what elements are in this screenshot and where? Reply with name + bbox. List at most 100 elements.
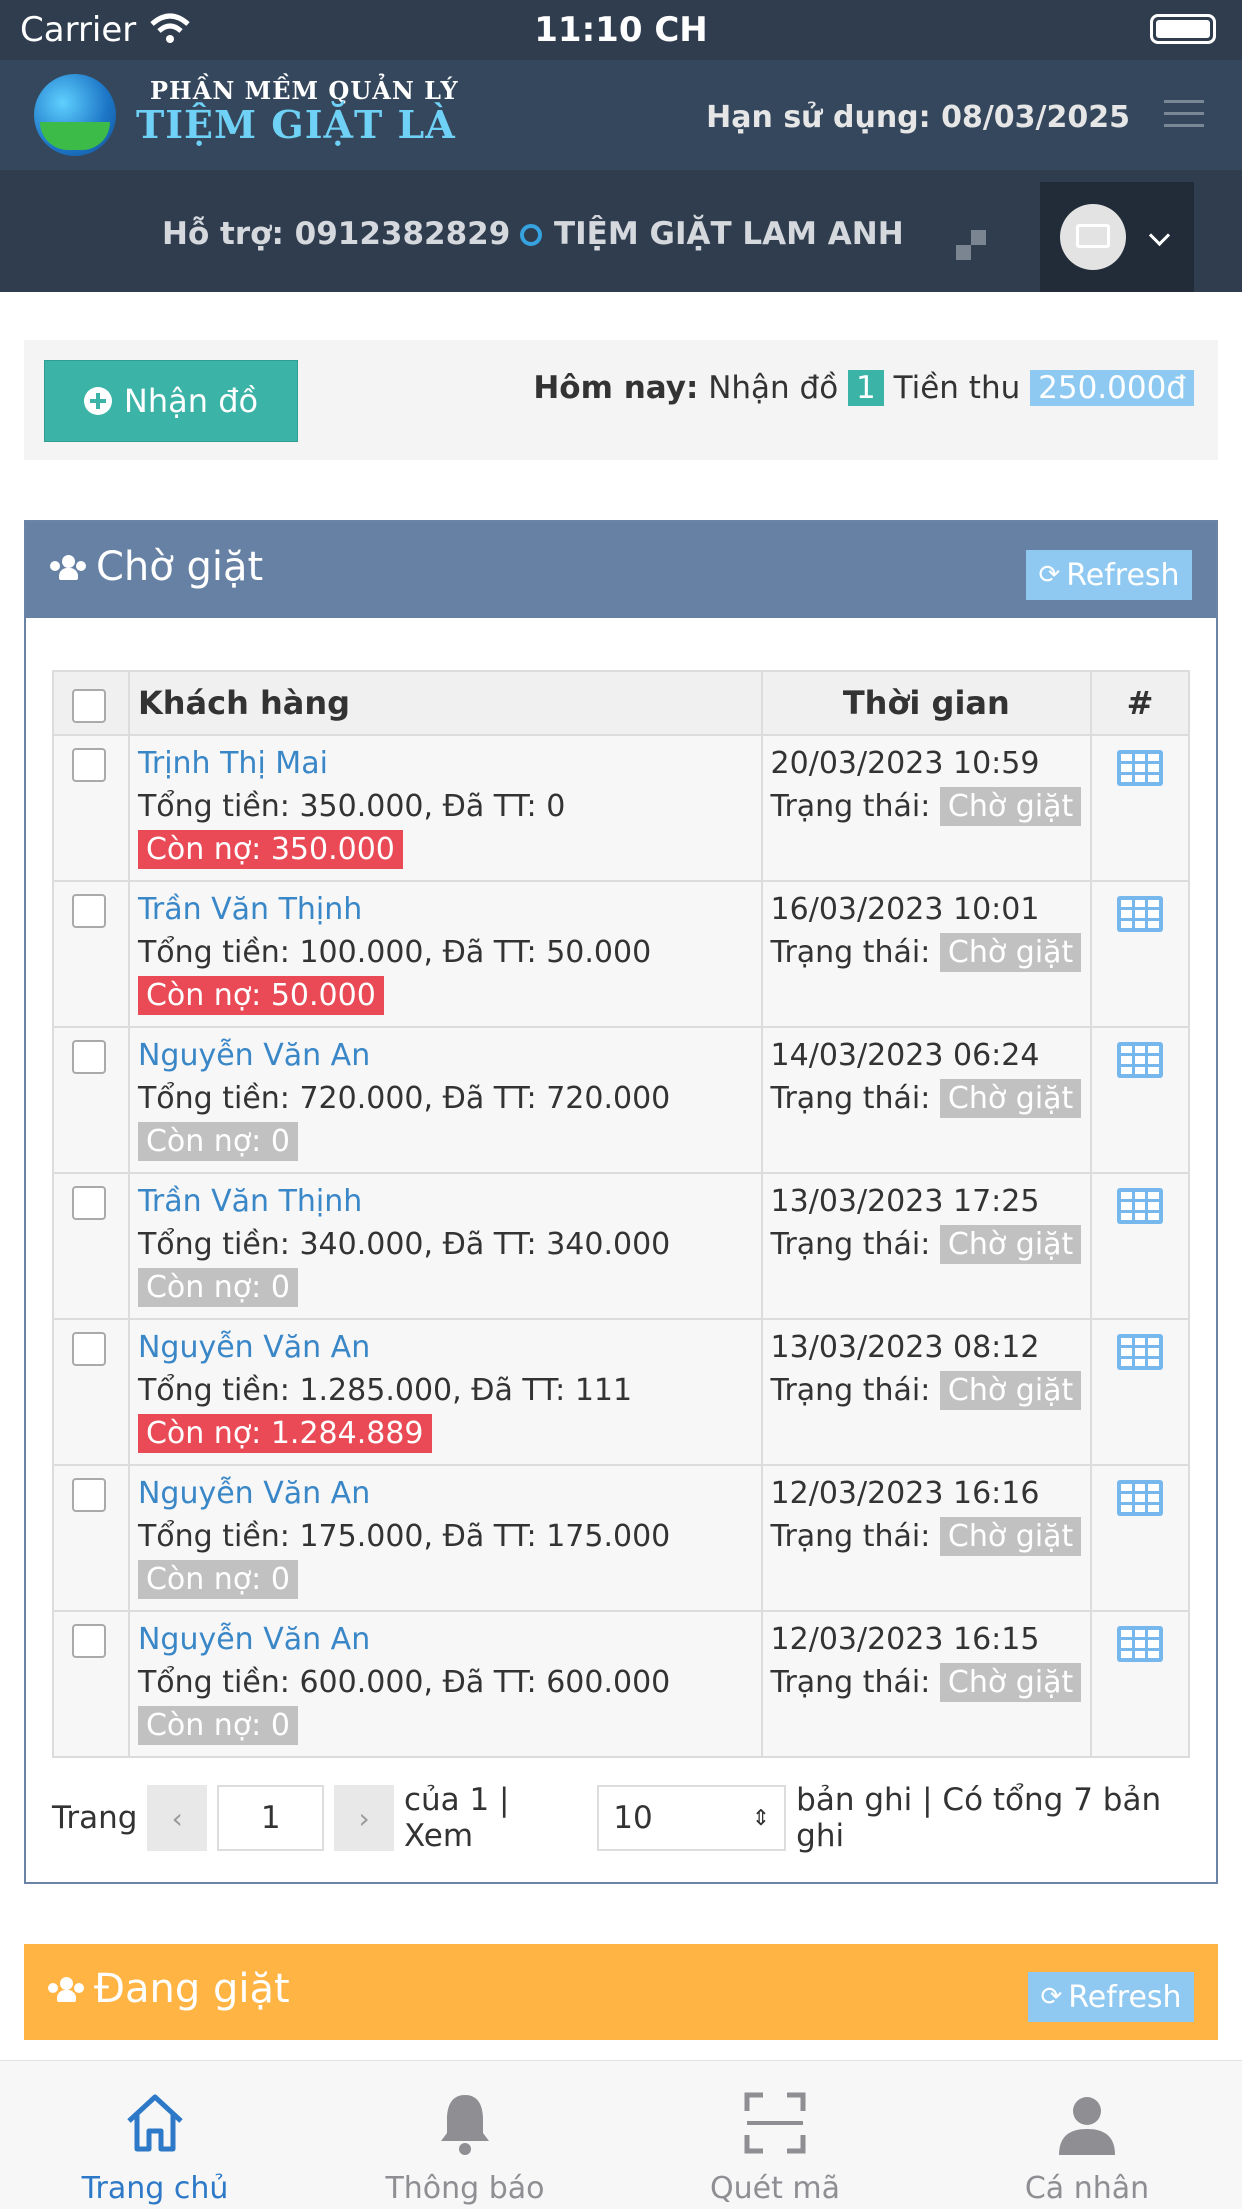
today-label: Hôm nay:: [533, 370, 699, 406]
refresh-icon: ⟳: [1040, 1982, 1063, 2012]
customer-link[interactable]: Trần Văn Thịnh: [138, 1180, 753, 1223]
customer-link[interactable]: Nguyễn Văn An: [138, 1034, 753, 1077]
tab-scan[interactable]: Quét mã: [620, 2061, 930, 2209]
refresh-button[interactable]: ⟳ Refresh: [1026, 550, 1192, 600]
grid-menu-icon[interactable]: [1117, 1334, 1164, 1370]
page-input[interactable]: 1: [217, 1785, 325, 1851]
time-cell: 16/03/2023 10:01 Trạng thái: Chờ giặt: [760, 880, 1093, 1028]
tab-scan-label: Quét mã: [710, 2171, 840, 2206]
order-total: Tổng tiền: 350.000, Đã TT: 0: [137, 789, 566, 824]
order-total: Tổng tiền: 1.285.000, Đã TT: 111: [137, 1373, 633, 1408]
bell-icon: [441, 2095, 489, 2155]
page-label: Trang: [52, 1800, 138, 1836]
customer-link[interactable]: Nguyễn Văn An: [138, 1326, 753, 1369]
tab-home[interactable]: Trang chủ: [0, 2061, 310, 2209]
status-time: 11:10 CH: [534, 10, 708, 50]
washing-panel-header: Đang giặt ⟳ Refresh: [24, 1944, 1218, 2040]
row-checkbox[interactable]: [72, 1186, 106, 1220]
order-total: Tổng tiền: 340.000, Đã TT: 340.000: [137, 1227, 671, 1262]
customer-header: Khách hàng: [127, 670, 763, 736]
time-cell: 12/03/2023 16:16 Trạng thái: Chờ giặt: [760, 1464, 1093, 1612]
home-icon: [127, 2094, 183, 2152]
logo-icon: [34, 74, 116, 156]
shop-selector[interactable]: TIỆM GIẶT LAM ANH: [520, 216, 904, 252]
grid-menu-icon[interactable]: [1117, 1188, 1164, 1224]
layout-toggle-icon[interactable]: [956, 230, 986, 260]
customer-link[interactable]: Nguyễn Văn An: [138, 1618, 753, 1661]
row-select-cell: [52, 1318, 130, 1466]
time-cell: 12/03/2023 16:15 Trạng thái: Chờ giặt: [760, 1610, 1093, 1758]
row-select-cell: [52, 1172, 130, 1320]
row-checkbox[interactable]: [72, 1040, 106, 1074]
per-page-select[interactable]: 10 ⇕: [597, 1785, 787, 1851]
row-select-cell: [52, 1464, 130, 1612]
customer-cell: Nguyễn Văn An Tổng tiền: 175.000, Đã TT: …: [127, 1464, 763, 1612]
tab-notifications[interactable]: Thông báo: [310, 2061, 620, 2209]
status-badge: Chờ giặt: [939, 1371, 1082, 1410]
customer-cell: Trịnh Thị Mai Tổng tiền: 350.000, Đã TT: …: [127, 734, 763, 882]
table-row: Trịnh Thị Mai Tổng tiền: 350.000, Đã TT: …: [52, 734, 1190, 882]
row-select-cell: [52, 880, 130, 1028]
users-icon: [48, 1975, 84, 2003]
table-row: Trần Văn Thịnh Tổng tiền: 100.000, Đã TT:…: [52, 880, 1190, 1028]
app-header: PHẦN MỀM QUẢN LÝ TIỆM GIẶT LÀ Hạn sử dụn…: [0, 60, 1242, 170]
customer-link[interactable]: Trần Văn Thịnh: [138, 888, 753, 931]
row-checkbox[interactable]: [72, 748, 106, 782]
order-time: 16/03/2023 10:01: [770, 892, 1040, 927]
tab-profile[interactable]: Cá nhân: [932, 2061, 1242, 2209]
revenue-value: 250.000đ: [1030, 370, 1194, 406]
received-count: 1: [848, 370, 884, 406]
debt-badge: Còn nợ: 0: [137, 1122, 298, 1161]
status-label: Trạng thái:: [770, 935, 931, 970]
order-time: 13/03/2023 17:25: [770, 1184, 1040, 1219]
debt-badge: Còn nợ: 0: [137, 1706, 298, 1745]
waiting-panel-title: Chờ giặt: [96, 544, 264, 590]
page-of-text: của 1 | Xem: [403, 1782, 510, 1854]
status-badge: Chờ giặt: [939, 1079, 1082, 1118]
refresh-button[interactable]: ⟳ Refresh: [1028, 1972, 1194, 2022]
user-menu[interactable]: [1040, 182, 1194, 292]
logo-subtitle: PHẦN MỀM QUẢN LÝ: [150, 76, 459, 105]
receive-button-label: Nhận đồ: [123, 382, 259, 420]
debt-badge: Còn nợ: 50.000: [137, 976, 384, 1015]
status-label: Trạng thái:: [770, 1373, 931, 1408]
avatar: [1060, 204, 1126, 270]
washing-panel: Đang giặt ⟳ Refresh: [24, 1944, 1218, 2060]
prev-page-button[interactable]: ‹: [147, 1785, 208, 1851]
row-select-cell: [52, 1026, 130, 1174]
refresh-label: Refresh: [1068, 1979, 1182, 2015]
grid-menu-icon[interactable]: [1117, 1626, 1164, 1662]
logo-title: TIỆM GIẶT LÀ: [136, 102, 456, 147]
next-page-button[interactable]: ›: [334, 1785, 394, 1851]
grid-menu-icon[interactable]: [1117, 1042, 1164, 1078]
chevron-down-icon: [1148, 224, 1171, 247]
select-all-header: [52, 670, 130, 736]
grid-menu-icon[interactable]: [1117, 750, 1164, 786]
menu-icon[interactable]: [1164, 100, 1204, 130]
customer-link[interactable]: Trịnh Thị Mai: [138, 742, 753, 785]
action-header: #: [1090, 670, 1190, 736]
status-badge: Chờ giặt: [939, 1663, 1082, 1702]
customer-cell: Trần Văn Thịnh Tổng tiền: 100.000, Đã TT:…: [127, 880, 763, 1028]
today-stats: Hôm nay: Nhận đồ 1 Tiền thu 250.000đ: [533, 370, 1194, 406]
customer-link[interactable]: Nguyễn Văn An: [138, 1472, 753, 1515]
time-header: Thời gian: [760, 670, 1093, 736]
status-label: Trạng thái:: [770, 789, 931, 824]
row-checkbox[interactable]: [72, 1478, 106, 1512]
support-phone[interactable]: Hỗ trợ: 0912382829: [162, 216, 510, 252]
order-total: Tổng tiền: 175.000, Đã TT: 175.000: [137, 1519, 671, 1554]
shop-name: TIỆM GIẶT LAM ANH: [554, 216, 904, 252]
row-checkbox[interactable]: [72, 894, 106, 928]
select-all-checkbox[interactable]: [72, 689, 106, 723]
grid-menu-icon[interactable]: [1117, 896, 1164, 932]
grid-menu-icon[interactable]: [1117, 1480, 1164, 1516]
debt-badge: Còn nợ: 1.284.889: [137, 1414, 432, 1453]
order-time: 12/03/2023 16:15: [770, 1622, 1040, 1657]
status-badge: Chờ giặt: [939, 787, 1082, 826]
row-checkbox[interactable]: [72, 1624, 106, 1658]
receive-button[interactable]: Nhận đồ: [44, 360, 298, 442]
refresh-label: Refresh: [1066, 557, 1180, 593]
row-checkbox[interactable]: [72, 1332, 106, 1366]
orders-table: Khách hàng Thời gian # Trịnh Thị Mai Tổng…: [52, 670, 1190, 1758]
table-row: Nguyễn Văn An Tổng tiền: 175.000, Đã TT: …: [52, 1464, 1190, 1612]
